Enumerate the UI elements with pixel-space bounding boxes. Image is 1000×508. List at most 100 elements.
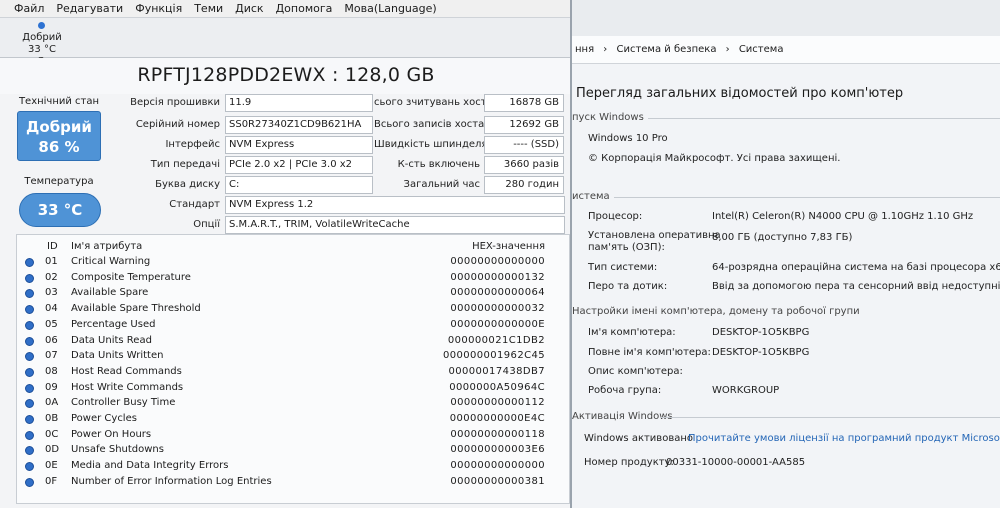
window-title-area	[572, 0, 1000, 36]
standard-value: NVM Express 1.2	[225, 196, 565, 214]
host-writes-label: Всього записів хоста	[374, 119, 485, 130]
breadcrumb-item[interactable]: Система	[739, 44, 784, 55]
breadcrumb[interactable]: ння › Система й безпека › Система	[572, 36, 1000, 64]
attribute-id: 0B	[45, 413, 59, 424]
table-row[interactable]: 01 Critical Warning 00000000000000	[17, 255, 569, 271]
system-type-label: Тип системи:	[588, 262, 658, 273]
table-row[interactable]: 0E Media and Data Integrity Errors 0000000…	[17, 459, 569, 475]
table-row[interactable]: 07 Data Units Written 000000001962C45	[17, 349, 569, 365]
attribute-hex: 0000000A50964C	[449, 381, 545, 393]
attribute-id: 08	[45, 365, 58, 377]
health-status: Добрий	[26, 118, 92, 136]
crystaldiskinfo-window: Файл Редагувати Функція Теми Диск Допомо…	[0, 0, 572, 508]
attribute-id: 01	[45, 256, 58, 267]
attribute-name: Percentage Used	[71, 318, 156, 330]
serial-value: SS0R27340Z1CD9B621HA	[225, 116, 373, 134]
power-count-value: 3660 разів	[484, 156, 564, 174]
attribute-hex: 00000000000112	[450, 397, 545, 409]
status-dot-icon	[25, 273, 34, 283]
attribute-hex: 00000000000381	[450, 475, 545, 487]
full-name-label: Повне ім'я комп'ютера:	[588, 347, 711, 358]
copyright-text: © Корпорація Майкрософт. Усі права захищ…	[588, 153, 841, 164]
health-label: Технічний стан	[18, 96, 100, 107]
breadcrumb-separator-icon: ›	[725, 44, 730, 55]
drive-tab-status: Добрий	[22, 32, 62, 43]
attribute-hex: 000000001962C45	[442, 350, 545, 362]
menu-disk[interactable]: Диск	[235, 2, 263, 15]
table-row[interactable]: 0B Power Cycles 00000000000E4C	[17, 412, 569, 428]
cpu-label: Процесор:	[588, 211, 643, 222]
table-row[interactable]: 02 Composite Temperature 00000000000132	[17, 271, 569, 287]
drive-tab-strip	[0, 18, 570, 58]
table-row[interactable]: 06 Data Units Read 000000021C1DB2	[17, 334, 569, 350]
rotation-label: Швидкість шпинделя	[374, 139, 488, 150]
attribute-name: Data Units Read	[71, 334, 152, 346]
status-dot-icon	[25, 305, 34, 315]
product-id-label: Номер продукту:	[584, 457, 674, 468]
section-divider	[648, 118, 1000, 119]
menu-file[interactable]: Файл	[14, 2, 44, 15]
attribute-name: Data Units Written	[71, 350, 164, 362]
table-row[interactable]: 04 Available Spare Threshold 0000000000003…	[17, 302, 569, 318]
attribute-hex: 000000000003E6	[450, 444, 545, 456]
table-row[interactable]: 03 Available Spare 00000000000064	[17, 286, 569, 302]
attribute-name: Host Read Commands	[71, 365, 182, 377]
col-hex-header[interactable]: HEX-значення	[472, 241, 545, 252]
status-dot-icon	[25, 352, 34, 362]
attribute-name: Controller Busy Time	[71, 397, 176, 409]
drive-letter-value: C:	[225, 176, 373, 194]
attribute-id: 03	[45, 287, 58, 299]
workgroup-value: WORKGROUP	[712, 385, 780, 396]
product-id-value: 00331-10000-00001-AA585	[666, 457, 806, 468]
menu-theme[interactable]: Теми	[194, 2, 223, 15]
attribute-name: Available Spare	[71, 287, 149, 299]
menu-help[interactable]: Допомога	[276, 2, 333, 15]
table-row[interactable]: 0F Number of Error Information Log Entrie…	[17, 475, 569, 491]
status-dot-icon	[25, 462, 34, 472]
rotation-value: ---- (SSD)	[484, 136, 564, 154]
host-reads-value: 16878 GB	[484, 94, 564, 112]
breadcrumb-item[interactable]: Система й безпека	[616, 44, 716, 55]
attribute-hex: 000000021C1DB2	[447, 334, 545, 346]
table-row[interactable]: 05 Percentage Used 0000000000000E	[17, 318, 569, 334]
col-name-header[interactable]: Ім'я атрибута	[71, 241, 142, 252]
menu-edit[interactable]: Редагувати	[56, 2, 123, 15]
ram-label: Установлена оперативна	[588, 230, 721, 241]
health-status-button[interactable]: Добрий 86 %	[17, 111, 101, 161]
workgroup-label: Робоча група:	[588, 385, 662, 396]
table-row[interactable]: 08 Host Read Commands 00000017438DB7	[17, 365, 569, 381]
pen-touch-label: Перо та дотик:	[588, 281, 668, 292]
breadcrumb-separator-icon: ›	[603, 44, 608, 55]
table-row[interactable]: 09 Host Write Commands 0000000A50964C	[17, 381, 569, 397]
attribute-id: 04	[45, 303, 58, 315]
menu-function[interactable]: Функція	[135, 2, 182, 15]
standard-label: Стандарт	[169, 199, 220, 210]
attribute-id: 05	[45, 318, 58, 330]
attribute-hex: 00000000000000	[450, 460, 545, 472]
section-divider	[660, 417, 1000, 418]
attribute-name: Power Cycles	[71, 413, 137, 424]
breadcrumb-item[interactable]: ння	[575, 44, 594, 55]
table-row[interactable]: 0D Unsafe Shutdowns 000000000003E6	[17, 443, 569, 459]
col-id-header[interactable]: ID	[47, 241, 58, 252]
table-row[interactable]: 0A Controller Busy Time 00000000000112	[17, 396, 569, 412]
firmware-value: 11.9	[225, 94, 373, 112]
computer-name-label: Ім'я комп'ютера:	[588, 327, 676, 338]
attribute-id: 09	[45, 381, 58, 393]
license-terms-link[interactable]: Прочитайте умови ліцензії на програмний …	[688, 433, 1000, 444]
status-dot-icon	[25, 477, 34, 487]
status-dot-icon	[25, 415, 34, 424]
health-percent: 86 %	[38, 138, 80, 156]
activation-section-title: Активація Windows	[572, 411, 673, 422]
host-reads-label: сього зчитувань хоста	[374, 97, 493, 108]
attribute-id: 0F	[45, 475, 58, 487]
temperature-button[interactable]: 33 °C	[19, 193, 101, 227]
attribute-hex: 00000000000E4C	[449, 413, 545, 424]
edition-section-title: пуск Windows	[572, 112, 644, 123]
drive-model-title: RPFTJ128PDD2EWX : 128,0 GB	[137, 64, 435, 86]
attribute-name: Media and Data Integrity Errors	[71, 460, 229, 472]
table-row[interactable]: 0C Power On Hours 00000000000118	[17, 428, 569, 444]
attribute-name: Critical Warning	[71, 256, 151, 267]
menu-language[interactable]: Мова(Language)	[344, 2, 436, 15]
host-writes-value: 12692 GB	[484, 116, 564, 134]
